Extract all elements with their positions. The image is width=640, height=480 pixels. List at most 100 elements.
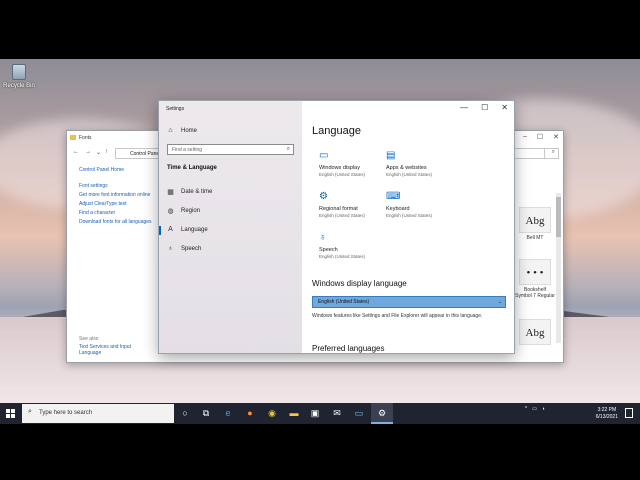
taskbar-search-placeholder: Type here to search (39, 410, 93, 416)
font-preview: • • • (519, 259, 551, 285)
settings-window-title: Settings (166, 106, 185, 112)
tile-sub: English (United States) (386, 213, 433, 218)
chrome-icon[interactable]: ◉ (266, 407, 278, 419)
settings-taskbar-button[interactable]: ⚙ (371, 403, 393, 424)
see-also-link[interactable]: Text Services and Input Language (79, 344, 139, 356)
scrollbar-thumb[interactable] (556, 197, 561, 237)
fonts-sidebar: Control Panel Home Font settings Get mor… (79, 167, 159, 228)
settings-window[interactable]: Settings ⌂ Home Find a setting ⌕ Time & … (158, 100, 515, 354)
fonts-window-title: Fonts (79, 135, 92, 141)
fonts-scrollbar[interactable] (556, 193, 561, 343)
back-arrow-icon[interactable]: ← (73, 149, 79, 155)
microphone-icon: ♁ (167, 245, 174, 252)
recycle-bin-icon (12, 64, 26, 80)
system-tray: ^ ▭ ◖ (525, 406, 545, 412)
sidebar-link-find-character[interactable]: Find a character (79, 210, 159, 216)
nav-section-title: Time & Language (167, 165, 217, 171)
active-indicator (159, 226, 161, 235)
clock-date: 6/13/2021 (595, 414, 618, 420)
notification-icon[interactable] (625, 408, 633, 418)
recent-chevron-icon[interactable]: ⌄ (96, 149, 101, 156)
home-icon: ⌂ (168, 127, 173, 134)
control-panel-icon[interactable]: ▭ (353, 407, 365, 419)
sidebar-link-download-fonts[interactable]: Download fonts for all languages (79, 219, 159, 225)
recycle-bin-desktop-icon[interactable]: Recycle Bin (2, 64, 36, 89)
settings-nav-pane: Settings ⌂ Home Find a setting ⌕ Time & … (159, 101, 302, 353)
tile-sub: English (United States) (319, 254, 366, 259)
find-setting-input[interactable]: Find a setting ⌕ (167, 144, 294, 155)
font-name: Bookshelf Symbol 7 Regular (515, 287, 555, 299)
firefox-icon[interactable]: ● (244, 407, 256, 419)
store-icon[interactable]: ▣ (309, 407, 321, 419)
start-button[interactable] (6, 409, 15, 418)
tile-speech[interactable]: ♁ Speech English (United States) (319, 231, 389, 259)
minimize-button[interactable]: – (523, 133, 527, 141)
sidebar-link-font-settings[interactable]: Font settings (79, 183, 159, 189)
mail-icon[interactable]: ✉ (331, 407, 343, 419)
clock-time: 3:22 PM (597, 407, 617, 413)
microphone-icon: ♁ (319, 232, 327, 243)
letterbox-top (0, 0, 640, 59)
page-title: Language (312, 125, 361, 137)
display-language-dropdown[interactable]: English (United States) ⌄ (312, 296, 506, 308)
nav-speech-label: Speech (181, 245, 202, 252)
tile-sub: English (United States) (319, 213, 366, 218)
cortana-icon[interactable]: ○ (179, 407, 191, 419)
nav-language-label: Language (181, 226, 208, 233)
regional-format-icon: ⚙ (319, 191, 328, 202)
file-explorer-icon[interactable]: ▬ (288, 407, 300, 419)
address-text: Control Pane (130, 151, 160, 157)
screen: Recycle Bin Fonts – ☐ ✕ ← → ⌄ ↑ Control … (0, 0, 640, 480)
sidebar-link-cleartype[interactable]: Adjust ClearType text (79, 201, 159, 207)
language-icon: A (168, 226, 173, 233)
maximize-button[interactable]: ☐ (537, 133, 543, 141)
nav-region-label: Region (181, 208, 201, 214)
nav-language[interactable]: A Language (167, 226, 208, 233)
forward-arrow-icon[interactable]: → (85, 149, 91, 155)
tile-sub: English (United States) (319, 172, 366, 177)
volume-icon[interactable]: ◖ (542, 406, 545, 412)
chevron-down-icon: ⌄ (497, 299, 502, 305)
taskbar-clock[interactable]: 3:22 PM 6/13/2021 (596, 407, 618, 421)
tile-windows-display[interactable]: ▭ Windows display English (United States… (319, 149, 389, 177)
tray-chevron[interactable]: ^ (525, 406, 527, 412)
up-arrow-icon[interactable]: ↑ (105, 149, 108, 155)
task-view-icon[interactable]: ⧉ (200, 407, 212, 419)
font-tile[interactable]: Abg Bell MT (515, 207, 555, 241)
calendar-icon: ▦ (167, 189, 174, 196)
nav-home-label: Home (181, 127, 198, 134)
gear-icon: ⚙ (377, 408, 387, 418)
tile-label: Speech (319, 247, 338, 253)
see-also-label: See also (79, 336, 99, 342)
tile-apps-websites[interactable]: ▤ Apps & websites English (United States… (386, 149, 456, 177)
search-icon: ⌕ (286, 146, 290, 152)
font-tile[interactable]: Abg (515, 319, 555, 347)
nav-date-time[interactable]: ▦ Date & time (167, 188, 212, 196)
sidebar-link-font-info[interactable]: Get more font information online (79, 192, 159, 198)
globe-icon: ◍ (167, 208, 174, 215)
folder-icon (70, 135, 76, 140)
display-language-heading: Windows display language (312, 279, 407, 288)
letterbox-bottom (0, 424, 640, 480)
browser-icon: ▤ (386, 150, 396, 161)
edge-icon[interactable]: e (222, 407, 234, 419)
display-language-value: English (United States) (318, 299, 370, 305)
nav-date-time-label: Date & time (181, 189, 213, 195)
nav-region[interactable]: ◍ Region (167, 207, 200, 215)
font-tile[interactable]: • • • Bookshelf Symbol 7 Regular (515, 259, 555, 299)
control-panel-home-link[interactable]: Control Panel Home (79, 167, 159, 173)
search-icon: ⌕ (28, 408, 32, 415)
nav-home[interactable]: ⌂ Home (167, 127, 197, 134)
monitor-icon: ▭ (319, 150, 329, 161)
taskbar-search-box[interactable]: ⌕ Type here to search (22, 404, 174, 423)
tile-sub: English (United States) (386, 172, 433, 177)
network-icon[interactable]: ▭ (532, 406, 537, 412)
tile-label: Keyboard (386, 206, 410, 212)
font-preview: Abg (519, 207, 551, 233)
find-setting-placeholder: Find a setting (172, 147, 203, 153)
tile-regional-format[interactable]: ⚙ Regional format English (United States… (319, 190, 389, 218)
tile-keyboard[interactable]: ⌨ Keyboard English (United States) (386, 190, 456, 218)
close-button[interactable]: ✕ (553, 133, 559, 141)
nav-speech[interactable]: ♁ Speech (167, 245, 201, 252)
search-icon: ⌕ (551, 149, 555, 155)
